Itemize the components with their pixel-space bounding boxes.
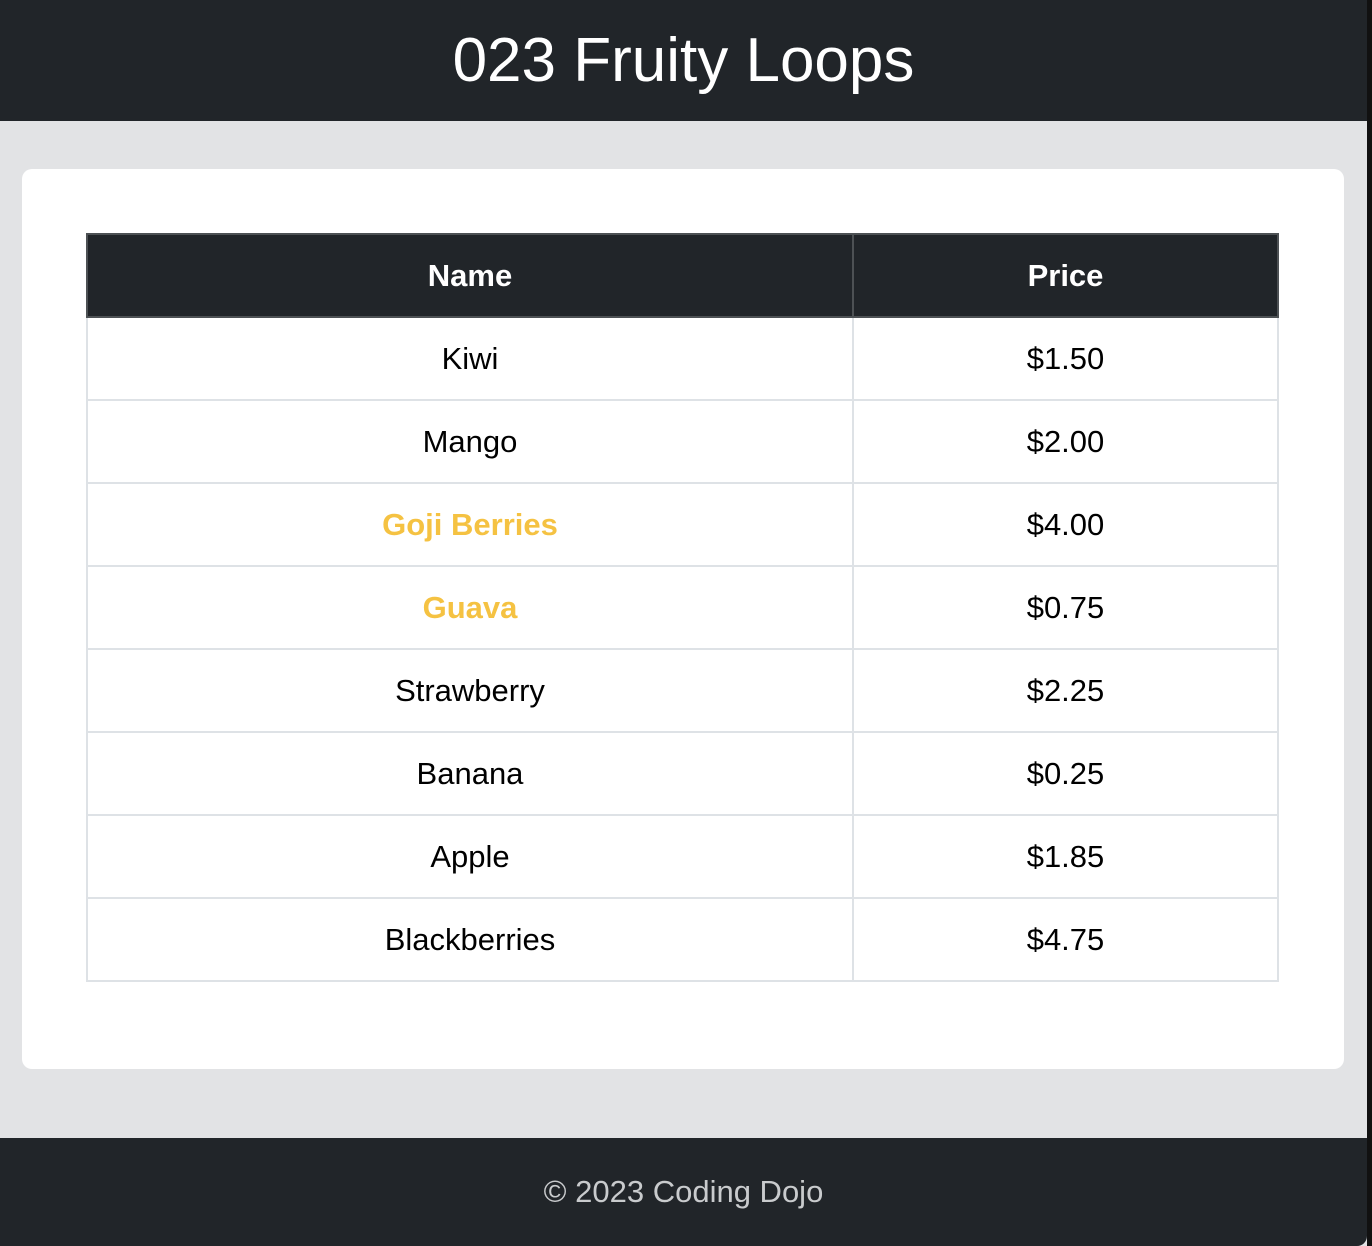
fruit-name: Goji Berries xyxy=(86,482,854,567)
column-header-name: Name xyxy=(86,233,854,318)
table-row: Blackberries $4.75 xyxy=(86,897,1279,982)
fruit-price: $0.75 xyxy=(852,565,1279,650)
fruit-name: Kiwi xyxy=(86,316,854,401)
table-row: Banana $0.25 xyxy=(86,731,1279,816)
column-header-price: Price xyxy=(852,233,1279,318)
fruit-price: $0.25 xyxy=(852,731,1279,816)
table-row: Mango $2.00 xyxy=(86,399,1279,484)
fruit-name: Blackberries xyxy=(86,897,854,982)
fruit-name: Strawberry xyxy=(86,648,854,733)
page-title: 023 Fruity Loops xyxy=(452,26,915,95)
fruit-name: Banana xyxy=(86,731,854,816)
fruit-price: $1.50 xyxy=(852,316,1279,401)
table-header-row: Name Price xyxy=(86,233,1279,318)
fruit-price: $4.75 xyxy=(852,897,1279,982)
fruit-table: Name Price Kiwi $1.50 Mango $2.00 Goji Berri… xyxy=(86,233,1279,982)
fruit-name: Guava xyxy=(86,565,854,650)
fruit-price: $1.85 xyxy=(852,814,1279,899)
footer: © 2023 Coding Dojo xyxy=(0,1138,1367,1246)
page: 023 Fruity Loops Name Price Kiwi $1.50 Man… xyxy=(0,0,1367,1246)
table-row: Strawberry $2.25 xyxy=(86,648,1279,733)
copyright-text: © 2023 Coding Dojo xyxy=(543,1174,824,1209)
table-row: Guava $0.75 xyxy=(86,565,1279,650)
fruit-name: Mango xyxy=(86,399,854,484)
table-row: Kiwi $1.50 xyxy=(86,316,1279,401)
fruit-price: $2.00 xyxy=(852,399,1279,484)
fruit-price: $4.00 xyxy=(852,482,1279,567)
header: 023 Fruity Loops xyxy=(0,0,1367,121)
table-row: Apple $1.85 xyxy=(86,814,1279,899)
table-row: Goji Berries $4.00 xyxy=(86,482,1279,567)
content-card: Name Price Kiwi $1.50 Mango $2.00 Goji Berri… xyxy=(22,169,1344,1069)
fruit-price: $2.25 xyxy=(852,648,1279,733)
fruit-name: Apple xyxy=(86,814,854,899)
